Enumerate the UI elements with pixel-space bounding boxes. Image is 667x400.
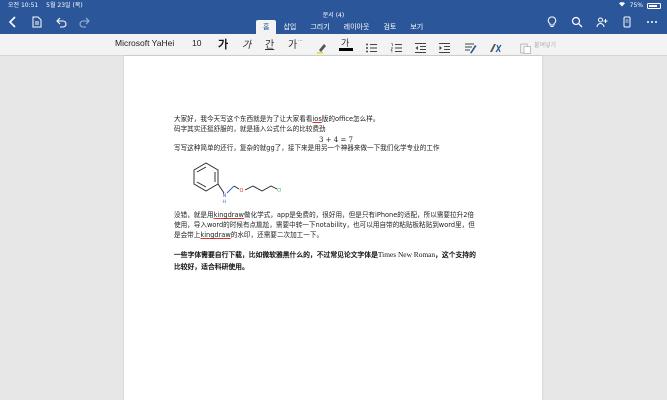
paragraph-line: 一些字体需要自行下载，比如微软雅黑什么的，不过常见论文字体是Times New …	[174, 249, 476, 261]
atom-label-cl: Cl	[277, 188, 281, 194]
font-name-box[interactable]: Microsoft YaHei	[115, 38, 174, 48]
highlight-icon[interactable]	[316, 39, 329, 54]
atom-label-o: O	[240, 188, 244, 194]
tab-review[interactable]: 검토	[376, 20, 403, 34]
paragraph-line: 大家好，我今天写这个东西就是为了让大家看看ios版的office怎么样。	[174, 115, 379, 125]
text-run: 的水印，还需要二次加工一下。	[230, 231, 324, 239]
more-text-formats-button[interactable]: 가	[288, 36, 297, 51]
paste-label[interactable]: 붙여넣기	[534, 40, 556, 49]
search-icon[interactable]	[570, 15, 584, 29]
tab-draw[interactable]: 그리기	[303, 20, 336, 34]
bold-button[interactable]: 가	[218, 36, 228, 52]
atom-label-n: N	[223, 193, 227, 199]
document-page[interactable]: 大家好，我今天写这个东西就是为了让大家看看ios版的office怎么样。 码字其…	[124, 56, 542, 400]
paste-icon[interactable]	[519, 39, 532, 54]
text-run: 做化学式，app是免费的，很好用，但是只有iPhone的适配，所以需要拉升2倍	[243, 211, 475, 219]
file-icon[interactable]	[30, 15, 44, 29]
text-run: 是会带上	[174, 231, 201, 239]
tab-insert[interactable]: 삽입	[276, 20, 303, 34]
tab-view[interactable]: 보기	[403, 20, 430, 34]
clear-formatting-icon[interactable]	[489, 39, 502, 53]
status-time: 오전 10:51	[8, 2, 39, 9]
underline-button[interactable]: 간	[265, 36, 274, 51]
equation[interactable]: 3 + 4 = 7	[319, 136, 353, 144]
redo-icon[interactable]	[78, 15, 92, 29]
font-color-button[interactable]: 가	[339, 39, 353, 51]
bond-c-o	[233, 185, 240, 190]
text-run: 一些字体需要自行下载，比如微软雅黑什么的，不过常见论文字体是	[174, 251, 378, 259]
misspelled-word[interactable]: kingdraw	[214, 211, 244, 219]
paragraph-line: 码字其实还挺舒服的，就是插入公式什么的比较费劲	[174, 125, 326, 133]
text-run: Times New Roman	[377, 250, 436, 259]
ring-double-bonds	[196, 166, 216, 188]
bond-n-c	[226, 185, 235, 194]
undo-icon[interactable]	[54, 15, 68, 29]
chain-bonds	[244, 185, 278, 192]
lightbulb-icon[interactable]	[545, 15, 559, 29]
styles-icon[interactable]	[464, 39, 477, 54]
back-icon[interactable]	[6, 15, 20, 29]
bond-ring-n	[217, 183, 225, 194]
tab-layout[interactable]: 레이아웃	[337, 20, 377, 34]
title-bar: 오전 10:51 5월 23일 (목) 75% 문서 (4) 홈 삽입 그리기 …	[0, 0, 667, 34]
more-text-formats-dots: ⋯	[298, 38, 303, 44]
font-color-swatch	[339, 48, 353, 51]
tab-home[interactable]: 홈	[256, 20, 277, 34]
status-date: 5월 23일 (목)	[46, 2, 83, 9]
font-size-box[interactable]: 10	[192, 38, 201, 48]
misspelled-word[interactable]: ios	[312, 115, 321, 123]
bullet-list-icon[interactable]	[365, 39, 378, 53]
decrease-indent-icon[interactable]	[414, 39, 427, 53]
more-icon[interactable]	[645, 15, 659, 29]
misspelled-word[interactable]: kingdraw	[200, 231, 230, 239]
italic-button[interactable]: 가	[242, 36, 251, 51]
paragraph-line: 使用，导入word的时候有点尴尬，需要中转一下notability，也可以用自带…	[174, 221, 475, 229]
text-run: ，这个支持的	[435, 251, 476, 259]
add-person-icon[interactable]	[595, 15, 609, 29]
text-run: 没错，就是用	[174, 211, 214, 219]
paragraph-line: 比较好，适合科研使用。	[174, 263, 249, 271]
word-app: 오전 10:51 5월 23일 (목) 75% 문서 (4) 홈 삽입 그리기 …	[0, 0, 667, 400]
atom-label-h: H	[223, 199, 226, 205]
paragraph-line: 没错，就是用kingdraw做化学式，app是免费的，很好用，但是只有iPhon…	[174, 211, 474, 221]
chemical-structure-image[interactable]: N H O Cl	[179, 160, 289, 212]
formatting-toolbar: Microsoft YaHei 10 가 가 간 가 ⋯ 가 붙여넣기	[0, 34, 667, 56]
text-run: 版的office怎么样。	[321, 115, 380, 123]
paragraph-line: 是会带上kingdraw的水印，还需要二次加工一下。	[174, 231, 323, 241]
text-run: 大家好，我今天写这个东西就是为了让大家看看	[174, 115, 313, 123]
battery-icon	[647, 2, 661, 9]
increase-indent-icon[interactable]	[438, 39, 451, 53]
ribbon-tabs: 홈 삽입 그리기 레이아웃 검토 보기	[256, 20, 430, 34]
numbered-list-icon[interactable]	[390, 39, 403, 53]
mobile-view-icon[interactable]	[620, 15, 634, 29]
paragraph-line: 写写这种简单的还行，复杂的就gg了，接下来是用另一个神器来做一下我们化学专业的工…	[174, 144, 440, 152]
